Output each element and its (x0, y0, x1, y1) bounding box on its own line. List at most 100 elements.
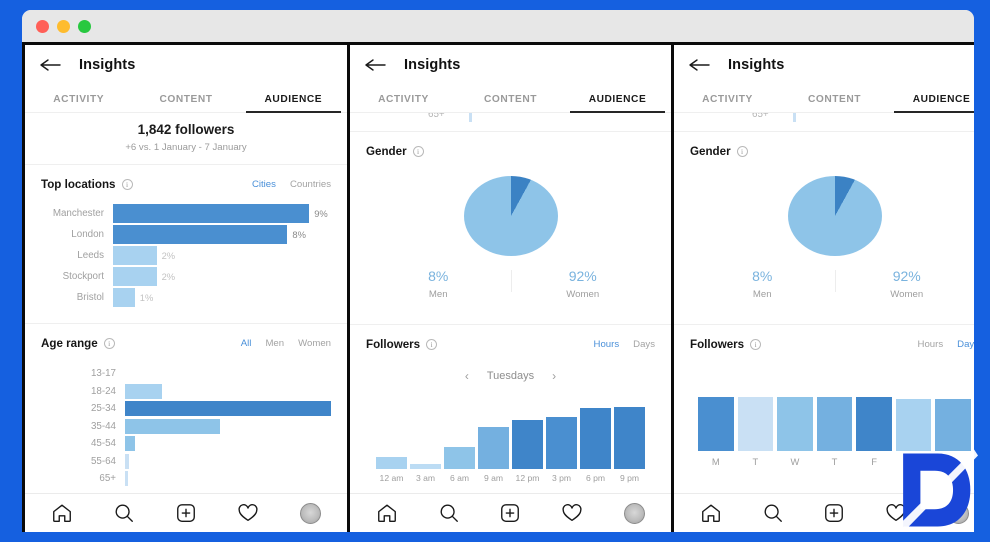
search-icon[interactable] (111, 500, 137, 526)
add-post-icon[interactable] (497, 500, 523, 526)
tab-content[interactable]: CONTENT (457, 84, 564, 112)
maximize-window-button[interactable] (78, 19, 91, 33)
info-icon[interactable]: i (426, 339, 438, 350)
location-percent: 9% (314, 208, 328, 219)
tab-content[interactable]: CONTENT (781, 84, 888, 112)
add-post-icon[interactable] (821, 500, 847, 526)
hour-label: 12 am (379, 473, 404, 483)
info-icon[interactable]: i (736, 146, 748, 157)
hour-bar (614, 407, 645, 469)
age-row: 65+ (41, 471, 331, 486)
heart-icon[interactable] (559, 500, 585, 526)
chevron-right-icon[interactable]: › (552, 369, 556, 383)
home-icon[interactable] (49, 500, 75, 526)
segment-men[interactable]: Men (265, 338, 284, 349)
tab-audience[interactable]: AUDIENCE (240, 84, 347, 113)
page-title: Insights (404, 56, 461, 73)
segment-all[interactable]: All (241, 338, 252, 349)
profile-avatar-icon[interactable] (297, 500, 323, 526)
home-icon[interactable] (374, 500, 400, 526)
hours-days-segment-control: Hours Days (918, 339, 974, 350)
age-range-chart: 13-17 18-24 25-34 35-44 45-54 55-64 65+ (41, 354, 331, 493)
age-row: 55-64 (41, 453, 331, 469)
day-label: T (752, 456, 759, 467)
age-bar-wrap (125, 436, 331, 451)
location-percent: 2% (161, 250, 176, 261)
close-window-button[interactable] (36, 19, 49, 33)
back-arrow-icon[interactable] (688, 57, 710, 73)
heart-icon[interactable] (235, 500, 261, 526)
location-bar (113, 225, 288, 244)
followers-activity-section: Followers i Hours Days ‹ Tuesdays › 12 a… (350, 325, 671, 483)
day-label: S (910, 456, 917, 467)
segment-hours[interactable]: Hours (918, 339, 944, 350)
hour-bar (376, 456, 407, 469)
location-row: Stockport 2% (41, 267, 331, 286)
location-bar (113, 246, 157, 265)
day-label: T (831, 456, 838, 467)
followers-activity-section: Followers i Hours Days M T W T F S S (674, 325, 974, 467)
info-icon[interactable]: i (750, 339, 762, 350)
age-range-section: Age range i All Men Women 13-17 18-24 25-3… (25, 324, 347, 493)
gender-header: Gender i (366, 132, 655, 162)
avatar (947, 502, 969, 524)
panel-locations: Insights ACTIVITY CONTENT AUDIENCE 1,842… (25, 45, 347, 532)
followers-activity-title: Followers (366, 338, 421, 351)
hour-label: 12 pm (515, 473, 540, 483)
location-bar (113, 267, 157, 286)
locations-segment-control: Cities Countries (252, 179, 331, 190)
back-arrow-icon[interactable] (364, 57, 386, 73)
gender-section: Gender i 8% Men 92% Women (674, 132, 974, 314)
age-label: 18-24 (90, 385, 116, 397)
top-locations-chart: Manchester 9% London 8% Leeds 2% Stockport 2% Br… (41, 195, 331, 313)
partial-age-bar (469, 113, 472, 122)
insights-tabs: ACTIVITY CONTENT AUDIENCE (674, 84, 974, 113)
tab-activity[interactable]: ACTIVITY (25, 84, 132, 112)
hour-bar (410, 463, 441, 469)
tab-content[interactable]: CONTENT (132, 84, 239, 112)
tab-activity[interactable]: ACTIVITY (674, 84, 781, 112)
tab-audience[interactable]: AUDIENCE (888, 84, 974, 113)
segment-countries[interactable]: Countries (290, 179, 331, 190)
gender-stat-women: 92% Women (510, 268, 656, 300)
age-bar (125, 436, 136, 451)
home-icon[interactable] (698, 500, 724, 526)
profile-avatar-icon[interactable] (945, 500, 971, 526)
age-bar-wrap (125, 401, 331, 416)
search-icon[interactable] (436, 500, 462, 526)
profile-avatar-icon[interactable] (621, 500, 647, 526)
hour-label: 9 am (483, 473, 504, 483)
women-percent: 92% (568, 268, 597, 284)
location-row: Leeds 2% (41, 246, 331, 265)
minimize-window-button[interactable] (57, 19, 70, 33)
day-stepper: ‹ Tuesdays › (366, 355, 655, 383)
hour-bar (512, 420, 543, 469)
search-icon[interactable] (760, 500, 786, 526)
tab-activity[interactable]: ACTIVITY (350, 84, 457, 112)
back-arrow-icon[interactable] (39, 57, 61, 73)
segment-hours[interactable]: Hours (594, 339, 620, 350)
day-bar (737, 397, 774, 451)
hour-label: 9 pm (619, 473, 640, 483)
segment-cities[interactable]: Cities (252, 179, 276, 190)
add-post-icon[interactable] (173, 500, 199, 526)
info-icon[interactable]: i (412, 146, 424, 157)
location-bar-wrap: 2% (113, 246, 331, 265)
nav-header: Insights (350, 45, 671, 84)
tab-audience[interactable]: AUDIENCE (564, 84, 671, 113)
info-icon[interactable]: i (103, 338, 115, 349)
segment-days[interactable]: Days (633, 339, 655, 350)
heart-icon[interactable] (883, 500, 909, 526)
chevron-left-icon[interactable]: ‹ (465, 369, 469, 383)
hour-bar (580, 407, 611, 469)
panel-scroll-body[interactable]: 65+ Gender i 8% Men 92% Women Followers … (350, 113, 671, 531)
partial-age-row: 65+ (674, 113, 974, 132)
bottom-nav-bar (25, 493, 347, 532)
location-label: Bristol (76, 292, 104, 303)
segment-days[interactable]: Days (957, 339, 974, 350)
info-icon[interactable]: i (121, 179, 133, 190)
panel-scroll-body[interactable]: 1,842 followers +6 vs. 1 January - 7 Jan… (25, 113, 347, 531)
panel-scroll-body[interactable]: 65+ Gender i 8% Men 92% Women Followers … (674, 113, 974, 531)
segment-women[interactable]: Women (298, 338, 331, 349)
day-column (856, 397, 892, 451)
